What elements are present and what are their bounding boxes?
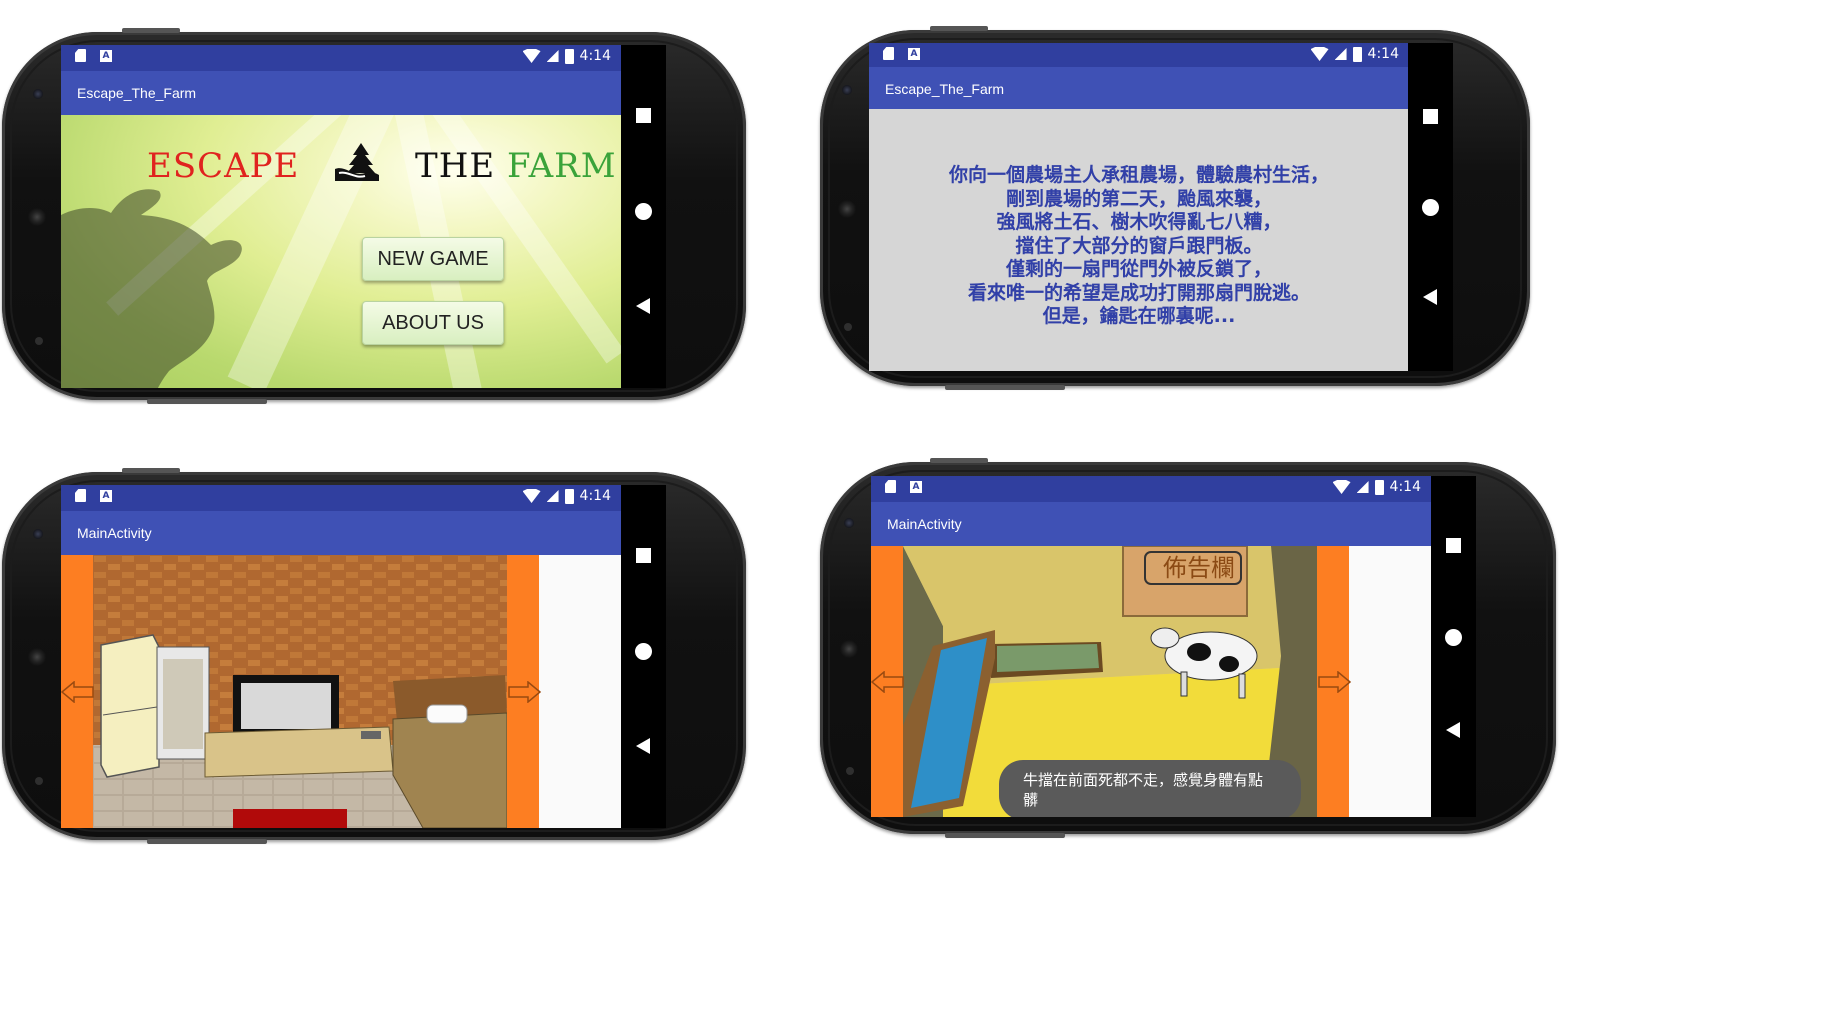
story-line: 看來唯一的希望是成功打開那扇門脫逃。 <box>967 281 1310 304</box>
cell-signal-icon <box>1334 48 1347 60</box>
sd-card-icon <box>75 489 86 502</box>
toast-message: 牛擋在前面死都不走，感覺身體有點髒 <box>999 760 1301 817</box>
game-logo: ESCAPE THE FARM <box>147 143 617 186</box>
cell-signal-icon <box>546 50 559 62</box>
a-notification-icon: A <box>100 49 112 62</box>
status-time: 4:14 <box>1367 46 1399 62</box>
app-bar: Escape_The_Farm <box>869 67 1409 109</box>
phone-frame-2: A 4:14 Escape_The_Farm 你向一個農場主人承租農場，體驗農村… <box>820 26 1530 390</box>
phone-screen-3: A 4:14 MainActivity <box>61 485 666 828</box>
status-bar: A 4:14 <box>61 485 621 511</box>
nav-bar <box>1431 476 1476 817</box>
phone-frame-4: A 4:14 MainActivity 佈告欄 牛擋在前面死都不走，感覺身體有點… <box>820 458 1556 838</box>
story-line: 僅剩的一扇門從門外被反鎖了， <box>1005 258 1272 280</box>
phone-screen-1: A 4:14 Escape_The_Farm ESCAPE THE FARM N… <box>61 45 666 388</box>
phone-screen-4: A 4:14 MainActivity 佈告欄 牛擋在前面死都不走，感覺身體有點… <box>871 476 1476 817</box>
wifi-icon <box>1332 480 1351 494</box>
app-title: MainActivity <box>887 516 962 532</box>
right-arrow-icon[interactable] <box>1317 670 1351 693</box>
home-button[interactable] <box>1422 199 1439 216</box>
about-us-button[interactable]: ABOUT US <box>362 301 504 345</box>
status-bar: A 4:14 <box>871 476 1431 502</box>
living-room-image <box>93 555 507 828</box>
app-title: Escape_The_Farm <box>77 85 197 101</box>
phone-frame-1: A 4:14 Escape_The_Farm ESCAPE THE FARM N… <box>2 28 746 404</box>
back-button[interactable] <box>1446 722 1460 738</box>
cow-silhouette-image <box>61 189 242 388</box>
battery-icon <box>564 488 574 504</box>
left-arrow-icon[interactable] <box>61 680 95 703</box>
recents-button[interactable] <box>1423 109 1438 124</box>
battery-icon <box>1374 479 1384 495</box>
back-button[interactable] <box>636 738 650 754</box>
sd-card-icon <box>885 480 896 493</box>
status-time: 4:14 <box>579 488 611 504</box>
app-title: MainActivity <box>77 525 152 541</box>
battery-icon <box>564 48 574 64</box>
story-line: 擋住了大部分的窗戶跟門板。 <box>1015 234 1263 257</box>
home-button[interactable] <box>635 643 652 660</box>
home-button[interactable] <box>1445 629 1462 646</box>
status-time: 4:14 <box>579 48 611 64</box>
app-title: Escape_The_Farm <box>885 81 1005 97</box>
room-scene <box>61 555 621 828</box>
main-menu: ESCAPE THE FARM NEW GAME ABOUT US <box>61 115 621 388</box>
status-bar: A 4:14 <box>61 45 621 71</box>
phone-screen-2: A 4:14 Escape_The_Farm 你向一個農場主人承租農場，體驗農村… <box>869 43 1453 371</box>
recents-button[interactable] <box>636 108 651 123</box>
sd-card-icon <box>75 49 86 62</box>
wifi-icon <box>522 489 541 503</box>
back-button[interactable] <box>1423 289 1437 305</box>
a-notification-icon: A <box>100 489 112 502</box>
story-line: 你向一個農場主人承租農場，體驗農村生活， <box>948 164 1329 186</box>
nav-bar <box>1408 43 1453 371</box>
bulletin-board-sign[interactable]: 佈告欄 <box>1151 552 1247 584</box>
nav-bar <box>621 485 666 828</box>
wifi-icon <box>522 49 541 63</box>
app-bar: Escape_The_Farm <box>61 71 621 115</box>
cell-signal-icon <box>1356 481 1369 493</box>
back-button[interactable] <box>636 298 650 314</box>
battery-icon <box>1352 46 1362 62</box>
logo-the: THE <box>415 146 496 186</box>
logo-farm: FARM <box>506 146 617 186</box>
story-line: 強風將土石、樹木吹得亂七八糟， <box>996 211 1282 233</box>
recents-button[interactable] <box>636 548 651 563</box>
phone-frame-3: A 4:14 MainActivity <box>2 468 746 844</box>
barn-scene: 佈告欄 牛擋在前面死都不走，感覺身體有點髒 <box>871 546 1431 817</box>
status-time: 4:14 <box>1389 479 1421 495</box>
left-arrow-icon[interactable] <box>871 670 905 693</box>
new-game-button[interactable]: NEW GAME <box>362 237 504 281</box>
logo-escape: ESCAPE <box>147 146 300 186</box>
app-bar: MainActivity <box>871 502 1431 546</box>
home-button[interactable] <box>635 203 652 220</box>
a-notification-icon: A <box>910 480 922 493</box>
wifi-icon <box>1310 47 1329 61</box>
farm-road-icon <box>335 143 380 181</box>
story-intro: 你向一個農場主人承租農場，體驗農村生活， 剛到農場的第二天，颱風來襲， 強風將土… <box>869 109 1409 371</box>
sd-card-icon <box>883 47 894 60</box>
a-notification-icon: A <box>908 47 920 60</box>
status-bar: A 4:14 <box>869 43 1409 69</box>
app-bar: MainActivity <box>61 511 621 555</box>
nav-bar <box>621 45 666 388</box>
right-arrow-icon[interactable] <box>507 680 541 703</box>
story-line: 剛到農場的第二天，颱風來襲， <box>1005 187 1272 210</box>
cell-signal-icon <box>546 490 559 502</box>
recents-button[interactable] <box>1446 538 1461 553</box>
story-line: 但是，鑰匙在哪裏呢... <box>1042 305 1236 327</box>
